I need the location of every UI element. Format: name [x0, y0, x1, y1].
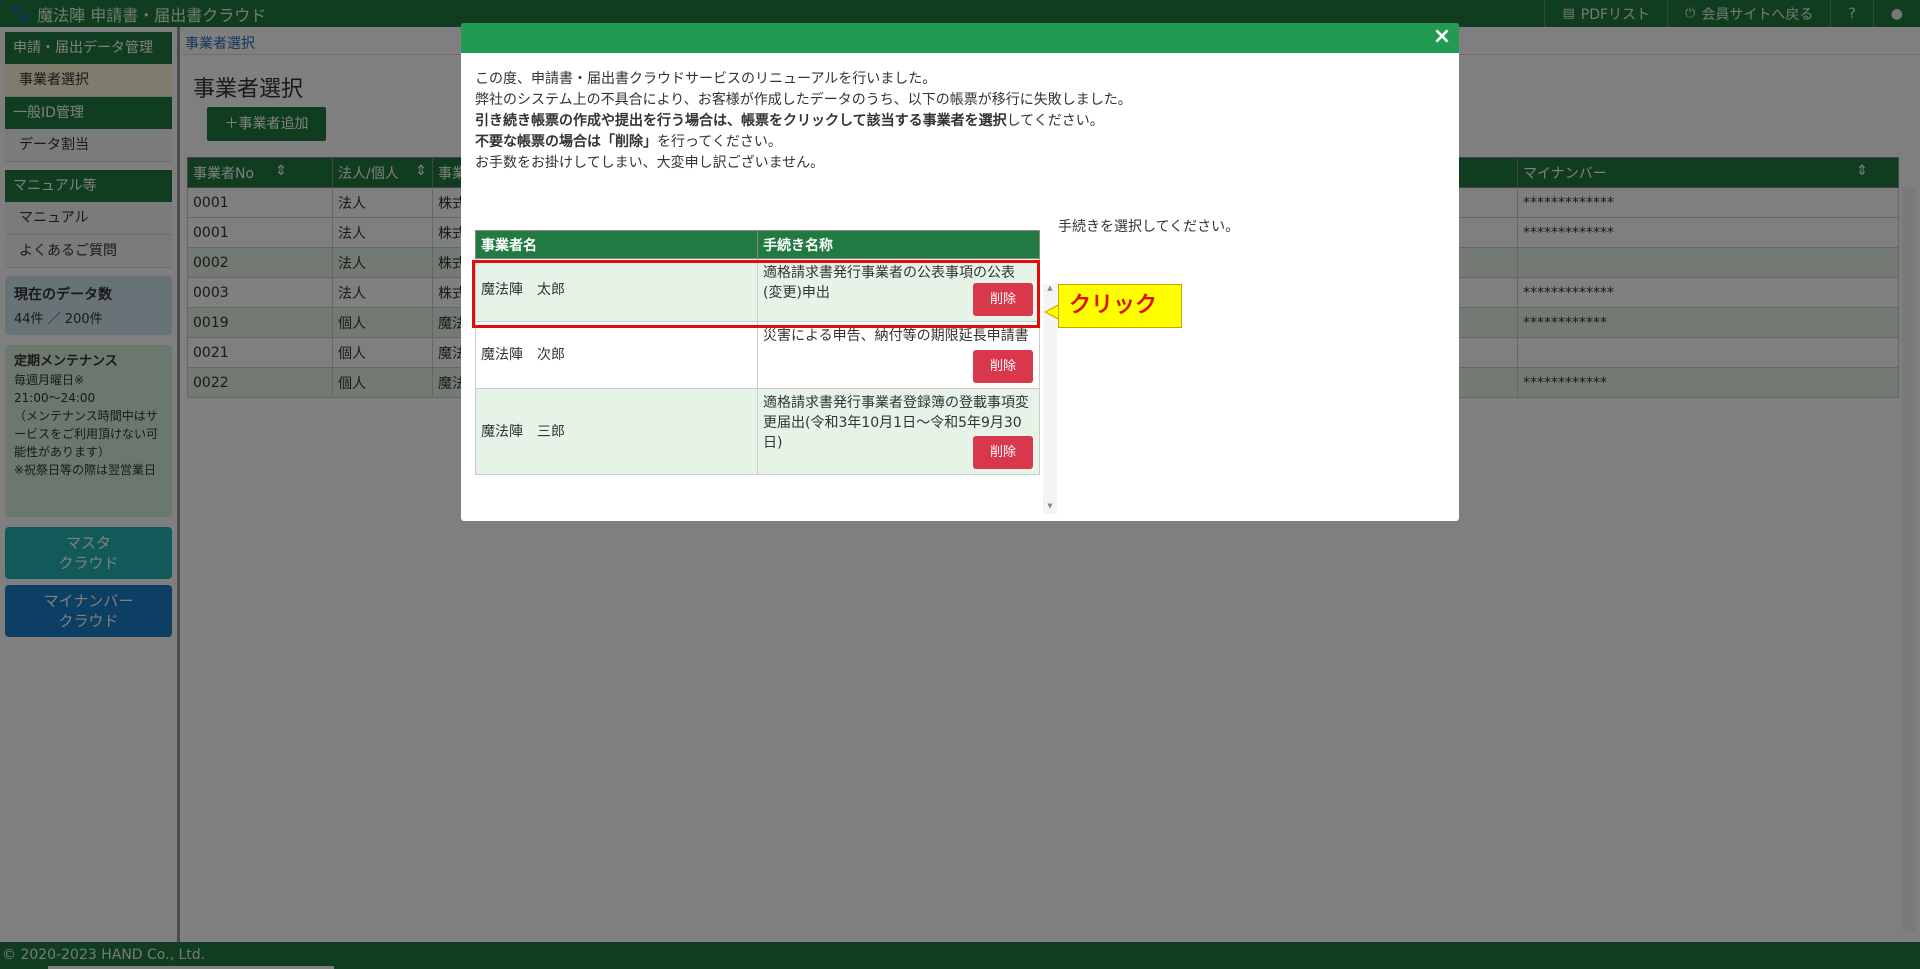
delete-button[interactable]: 削除: [973, 436, 1033, 469]
message-line: 不要な帳票の場合は「削除」を行ってください。: [475, 134, 782, 150]
column-header-procedure: 手続き名称: [757, 230, 1040, 259]
click-callout: クリック: [1058, 284, 1182, 328]
failed-form-row[interactable]: 魔法陣 三郎 適格請求書発行事業者登録簿の登載事項変更届出(令和3年10月1日～…: [475, 388, 1040, 475]
failed-form-row[interactable]: 魔法陣 次郎 災害による申告、納付等の期限延長申請書 削除: [475, 321, 1040, 389]
procedure-cell[interactable]: 災害による申告、納付等の期限延長申請書 削除: [757, 321, 1040, 389]
message-line: この度、申請書・届出書クラウドサービスのリニューアルを行いました。: [475, 71, 937, 87]
select-procedure-prompt: 手続きを選択してください。: [1058, 219, 1240, 235]
close-icon[interactable]: ×: [1431, 25, 1453, 49]
migration-failure-modal: × この度、申請書・届出書クラウドサービスのリニューアルを行いました。 弊社のシ…: [461, 23, 1459, 521]
business-name-cell: 魔法陣 次郎: [475, 321, 758, 389]
scroll-down-icon[interactable]: ▼: [1043, 502, 1057, 514]
column-header-business-name: 事業者名: [475, 230, 758, 259]
message-line: 引き続き帳票の作成や提出を行う場合は、帳票をクリックして該当する事業者を選択して…: [475, 113, 1104, 129]
modal-header: ×: [461, 23, 1459, 53]
failed-forms-list: 事業者名 手続き名称 魔法陣 太郎 適格請求書発行事業者の公表事項の公表(変更)…: [475, 230, 1057, 514]
failed-form-row[interactable]: 魔法陣 太郎 適格請求書発行事業者の公表事項の公表(変更)申出 削除: [475, 258, 1040, 322]
delete-button[interactable]: 削除: [973, 283, 1033, 316]
modal-message: この度、申請書・届出書クラウドサービスのリニューアルを行いました。 弊社のシステ…: [461, 53, 1459, 174]
procedure-cell[interactable]: 適格請求書発行事業者登録簿の登載事項変更届出(令和3年10月1日～令和5年9月3…: [757, 388, 1040, 475]
business-name-cell: 魔法陣 三郎: [475, 388, 758, 475]
business-name-cell: 魔法陣 太郎: [475, 258, 758, 322]
procedure-name: 災害による申告、納付等の期限延長申請書: [763, 328, 1029, 344]
message-line: お手数をお掛けしてしまい、大変申し訳ございません。: [475, 155, 825, 171]
delete-button[interactable]: 削除: [973, 350, 1033, 383]
message-line: 弊社のシステム上の不具合により、お客様が作成したデータのうち、以下の帳票が移行に…: [475, 92, 1132, 108]
scroll-up-icon[interactable]: ▲: [1043, 284, 1057, 296]
procedure-cell[interactable]: 適格請求書発行事業者の公表事項の公表(変更)申出 削除: [757, 258, 1040, 322]
